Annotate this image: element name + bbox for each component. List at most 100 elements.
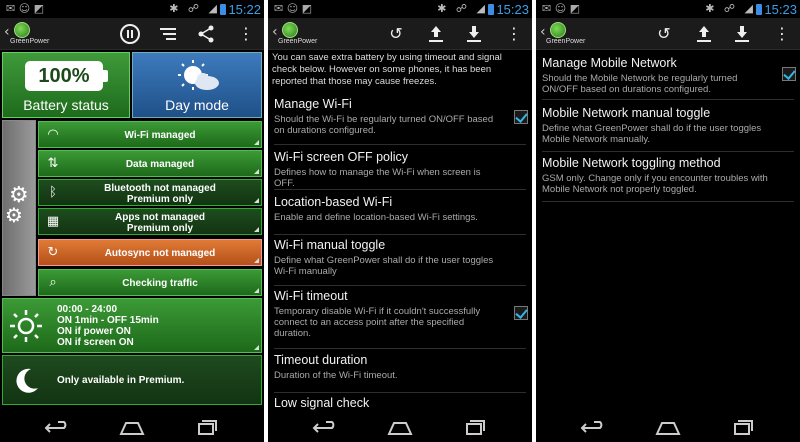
download-icon[interactable] [462,22,486,46]
notification-icons: ✉ ☺ ◩ [274,2,313,15]
overflow-menu-icon[interactable]: ⋮ [234,22,258,46]
sun-cloud-icon [178,60,219,90]
home-icon[interactable] [117,418,147,438]
toggle-bluetooth[interactable]: ᛒ Bluetooth not managed Premium only [38,179,262,206]
battery-status-tile[interactable]: 100% Battery status [2,52,130,118]
pref-manage-wifi[interactable]: Manage Wi-Fi Should the Wi-Fi be regular… [274,97,526,145]
app-logo[interactable]: ‹ GreenPower [540,20,590,48]
recents-icon[interactable] [728,418,758,438]
app-name: GreenPower [10,38,50,45]
back-chevron-icon: ‹ [272,24,278,40]
pref-manage-mobile-network[interactable]: Manage Mobile Network Should the Mobile … [542,56,794,100]
pref-location-wifi[interactable]: Location-based Wi-Fi Enable and define l… [274,195,526,235]
status-bar: ✉ ☺ ◩ ✱ ☍ ◢ 15:22 [0,0,264,18]
battery-status-label: Battery status [23,97,109,113]
nav-bar [268,412,532,442]
wifi-timeout-checkbox[interactable] [514,306,528,320]
toggle-data[interactable]: ⇅ Data managed [38,150,262,177]
schedule-line: ON if screen ON [57,337,134,348]
pref-title: Wi-Fi manual toggle [274,238,386,252]
pref-mobile-toggling-method[interactable]: Mobile Network toggling method GSM only.… [542,156,794,202]
recents-icon[interactable] [192,418,222,438]
battery-icon [756,4,762,15]
clock: 15:23 [496,2,529,17]
battery-percent: 100% [25,61,103,91]
warning-intro-text: You can save extra battery by using time… [272,52,502,87]
schedule-line: ON 1min - OFF 15min [57,315,159,326]
action-bar: ‹ GreenPower ⋮ [0,18,264,50]
manage-wifi-checkbox[interactable] [514,110,528,124]
overflow-menu-icon[interactable]: ⋮ [502,22,526,46]
moon-icon [16,368,38,393]
pref-summary: GSM only. Change only if you encounter t… [542,173,768,195]
clock: 15:22 [228,2,261,17]
app-name: GreenPower [278,38,318,45]
action-bar: ‹ GreenPower ↺ ⋮ [268,18,532,50]
download-icon[interactable] [730,22,754,46]
pref-title: Manage Mobile Network [542,56,677,70]
pref-wifi-screen-off-policy[interactable]: Wi-Fi screen OFF policy Defines how to m… [274,150,526,190]
toggle-wifi[interactable]: ◠ Wi-Fi managed [38,121,262,148]
greenpower-logo-icon [14,22,30,38]
apps-icon: ▦ [46,214,60,229]
sun-icon [10,310,42,342]
reset-icon[interactable]: ↺ [384,22,408,46]
sort-icon[interactable] [156,22,180,46]
overflow-menu-icon[interactable]: ⋮ [770,22,794,46]
pref-title: Location-based Wi-Fi [274,195,393,209]
pref-title: Mobile Network toggling method [542,156,721,170]
settings-panel[interactable]: ⚙ ⚙ [2,120,36,296]
nav-bar [0,412,264,442]
pref-title: Wi-Fi timeout [274,289,348,303]
day-mode-label: Day mode [165,97,229,113]
pref-mobile-manual-toggle[interactable]: Mobile Network manual toggle Define what… [542,106,794,152]
status-icons: ✱ ☍ ◢ [437,2,488,15]
toggle-apps[interactable]: ▦ Apps not managed Premium only [38,208,262,235]
corner-marker-icon [254,288,259,293]
manage-mobile-network-checkbox[interactable] [782,67,796,81]
pref-summary: Should the Wi-Fi be regularly turned ON/… [274,114,494,136]
pref-wifi-timeout[interactable]: Wi-Fi timeout Temporary disable Wi-Fi if… [274,289,526,349]
schedule-line: ON if power ON [57,326,131,337]
share-icon[interactable] [194,22,218,46]
back-icon[interactable] [578,418,608,438]
pref-summary: Define what GreenPower shall do if the u… [274,255,494,277]
corner-marker-icon [254,169,259,174]
pref-summary: Temporary disable Wi-Fi if it couldn't s… [274,306,481,339]
wifi-icon: ◠ [47,127,59,142]
notification-icons: ✉ ☺ ◩ [6,2,45,15]
upload-icon[interactable] [692,22,716,46]
home-icon[interactable] [385,418,415,438]
screen-mobile-network-settings: ✉ ☺ ◩ ✱ ☍ ◢ 15:23 ‹ GreenPower ↺ ⋮ Manag… [536,0,800,442]
toggle-bluetooth-label: Bluetooth not managed Premium only [104,182,216,205]
back-icon[interactable] [42,418,72,438]
recents-icon[interactable] [460,418,490,438]
home-icon[interactable] [653,418,683,438]
toggle-autosync[interactable]: ↻ Autosync not managed [38,239,262,266]
back-icon[interactable] [310,418,340,438]
gear-small-icon: ⚙ [5,203,23,227]
toggle-traffic[interactable]: ⌕ Checking traffic [38,269,262,296]
app-logo[interactable]: ‹ GreenPower [272,20,322,48]
screen-dashboard: ✉ ☺ ◩ ✱ ☍ ◢ 15:22 ‹ GreenPower ⋮ 100% Ba… [0,0,264,442]
app-name: GreenPower [546,38,586,45]
pause-icon[interactable] [118,22,142,46]
corner-marker-icon [254,227,259,232]
app-logo[interactable]: ‹ GreenPower [4,20,54,48]
day-schedule-tile[interactable]: 00:00 - 24:00 ON 1min - OFF 15min ON if … [2,298,262,353]
pref-summary: Should the Mobile Network be regularly t… [542,73,738,95]
corner-marker-icon [254,198,259,203]
clock: 15:23 [764,2,797,17]
day-mode-tile[interactable]: Day mode [132,52,262,118]
back-chevron-icon: ‹ [540,24,546,40]
pref-timeout-duration[interactable]: Timeout duration Duration of the Wi-Fi t… [274,353,526,393]
toggle-wifi-label: Wi-Fi managed [124,130,196,141]
reset-icon[interactable]: ↺ [652,22,676,46]
pref-wifi-manual-toggle[interactable]: Wi-Fi manual toggle Define what GreenPow… [274,238,526,286]
upload-icon[interactable] [424,22,448,46]
toggle-traffic-label: Checking traffic [122,278,198,289]
corner-marker-icon [254,258,259,263]
night-schedule-tile[interactable]: Only available in Premium. [2,355,262,405]
battery-tip-icon [103,70,108,82]
bluetooth-icon: ᛒ [49,185,57,200]
